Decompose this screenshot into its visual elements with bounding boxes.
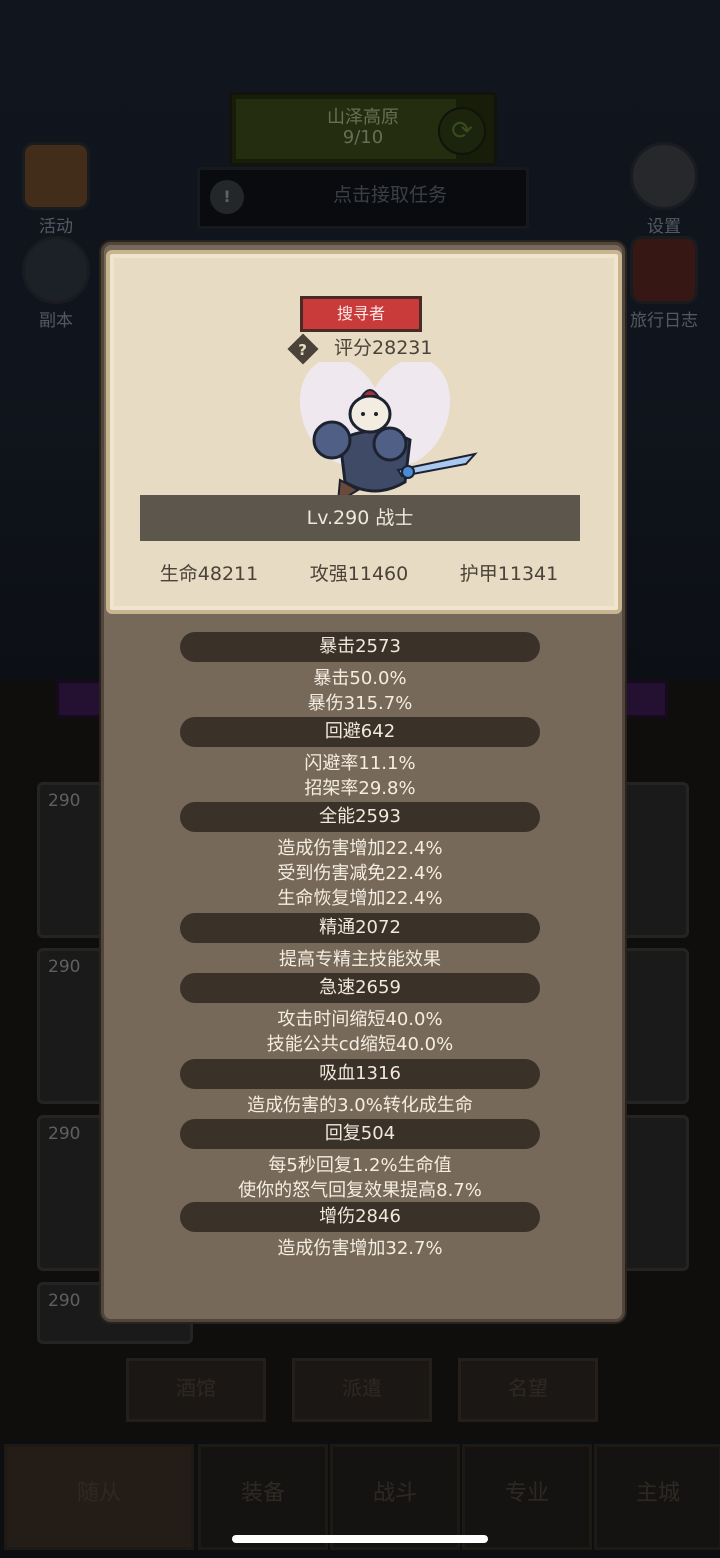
- stat-hp: 生命48211: [159, 563, 259, 585]
- attribute-line: 闪避率11.1%: [304, 753, 416, 774]
- home-indicator[interactable]: [232, 1535, 488, 1543]
- score-value: 评分28231: [334, 337, 433, 359]
- attribute-line: 攻击时间缩短40.0%: [277, 1009, 443, 1030]
- attribute-haste: 急速2659: [180, 973, 540, 1003]
- attribute-regen: 回复504: [180, 1119, 540, 1149]
- attribute-line: 技能公共cd缩短40.0%: [266, 1034, 454, 1055]
- attribute-mastery: 精通2072: [180, 913, 540, 943]
- attribute-line: 造成伤害增加22.4%: [277, 838, 443, 859]
- stat-attack: 攻强11460: [309, 563, 409, 585]
- attribute-avoidance: 回避642: [180, 717, 540, 747]
- attribute-lifesteal: 吸血1316: [180, 1059, 540, 1089]
- attribute-line: 每5秒回复1.2%生命值: [268, 1155, 452, 1176]
- attribute-line: 造成伤害的3.0%转化成生命: [247, 1095, 473, 1116]
- attribute-critical: 暴击2573: [180, 632, 540, 662]
- attribute-line: 暴击50.0%: [313, 668, 407, 689]
- attribute-line: 造成伤害增加32.7%: [277, 1238, 443, 1259]
- attribute-versatility: 全能2593: [180, 802, 540, 832]
- stat-armor: 护甲11341: [459, 563, 559, 585]
- score-row: ? 评分28231: [287, 332, 433, 365]
- hero-portrait: [299, 362, 478, 504]
- attribute-line: 受到伤害减免22.4%: [277, 863, 443, 884]
- attribute-line: 招架率29.8%: [304, 778, 416, 799]
- level-class-bar: Lv.290 战士: [140, 495, 580, 541]
- help-icon[interactable]: ?: [287, 332, 319, 365]
- role-badge: 搜寻者: [300, 296, 422, 332]
- attribute-line: 提高专精主技能效果: [279, 949, 441, 970]
- attribute-line: 暴伤315.7%: [307, 693, 413, 714]
- attribute-damage-bonus: 增伤2846: [180, 1202, 540, 1232]
- attribute-line: 生命恢复增加22.4%: [277, 888, 443, 909]
- attribute-line: 使你的怒气回复效果提高8.7%: [238, 1180, 482, 1201]
